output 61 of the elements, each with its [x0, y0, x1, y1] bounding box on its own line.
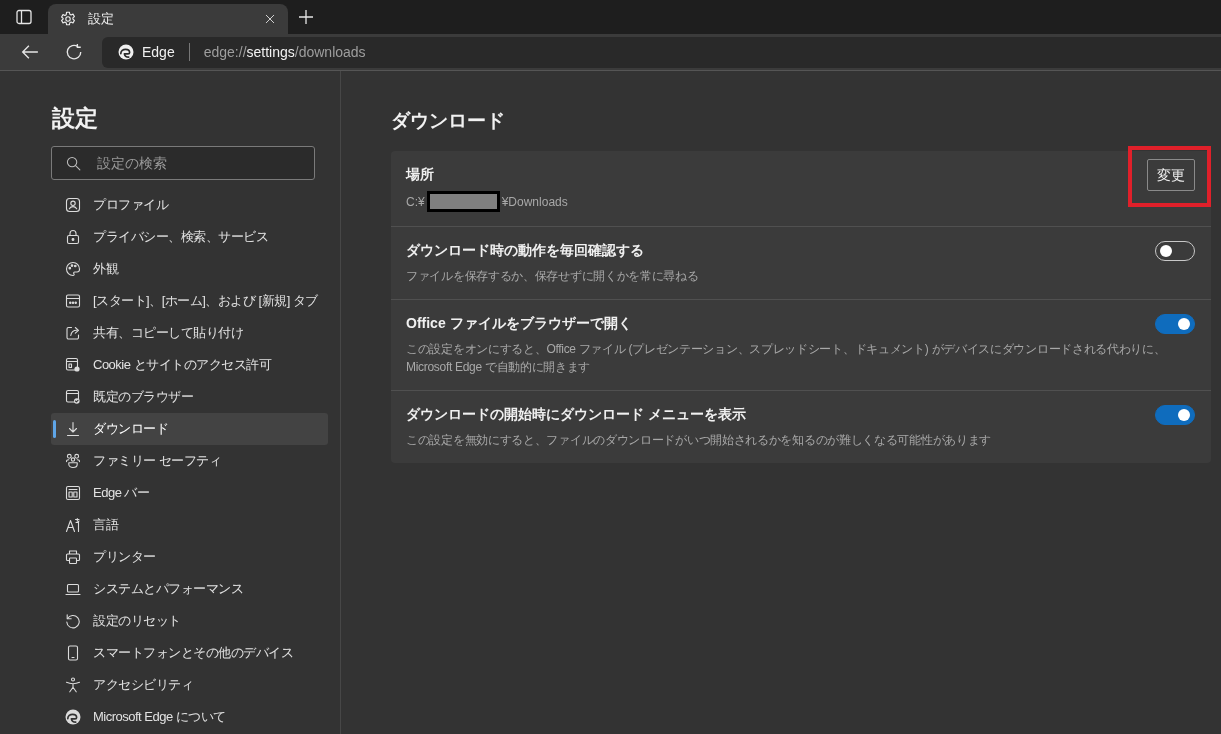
sidebar-item[interactable]: プライバシー、検索、サービス	[51, 221, 328, 253]
path-text: C:¥	[406, 193, 425, 211]
sidebar-item[interactable]: プロファイル	[51, 189, 328, 221]
sidebar-item[interactable]: 既定のブラウザー	[51, 381, 328, 413]
accessibility-icon	[65, 677, 81, 693]
close-icon[interactable]	[264, 13, 276, 25]
settings-icon	[60, 11, 76, 27]
sidebar-item[interactable]: プリンター	[51, 541, 328, 573]
setting-description: この設定を無効にすると、ファイルのダウンロードがいつ開始されるかを知るのが難しくなる可能性があります	[406, 432, 991, 449]
sidebar-item[interactable]: Microsoft Edge について	[51, 701, 328, 733]
search-icon	[66, 156, 81, 171]
browser-tab[interactable]: 設定	[48, 4, 288, 34]
printer-icon	[65, 549, 81, 565]
window-gear-icon	[65, 357, 81, 373]
tab-panel-icon[interactable]	[16, 9, 32, 25]
back-arrow-icon[interactable]	[21, 43, 39, 61]
sidebar-item[interactable]: ダウンロード	[51, 413, 328, 445]
toggle-switch[interactable]	[1155, 314, 1195, 334]
person-square-icon	[65, 197, 81, 213]
url-text: edge://settings/downloads	[203, 42, 366, 62]
sidebar-item[interactable]: システムとパフォーマンス	[51, 573, 328, 605]
sidebar-item[interactable]: アクセシビリティ	[51, 669, 328, 701]
sidebar-item[interactable]: 設定のリセット	[51, 605, 328, 637]
page-title: ダウンロード	[391, 109, 505, 133]
share-icon	[65, 325, 81, 341]
phone-icon	[65, 645, 81, 661]
swirl-logo-icon	[65, 709, 81, 725]
address-bar[interactable]: Edge edge://settings/downloads	[102, 36, 1221, 68]
sidebar-item[interactable]: [スタート]、[ホーム]、および [新規] タブ	[51, 285, 328, 317]
sidebar-item[interactable]: 外観	[51, 253, 328, 285]
refresh-icon[interactable]	[65, 43, 83, 61]
download-icon	[65, 421, 81, 437]
window-check-icon	[65, 389, 81, 405]
path-text: ¥Downloads	[501, 193, 568, 211]
toggle-switch[interactable]	[1155, 405, 1195, 425]
sidebar-item[interactable]: Edge バー	[51, 477, 328, 509]
reset-icon	[65, 613, 81, 629]
palette-icon	[65, 261, 81, 277]
search-field[interactable]: 設定の検索	[51, 146, 315, 180]
laptop-icon	[65, 581, 81, 597]
setting-description: この設定をオンにすると、Office ファイル (プレゼンテーション、スプレッドシート、ドキュメント) がデバイスにダウンロードされる代わりに、Microsoft Edge で自動的に開きます	[406, 341, 1167, 376]
letter-a-icon	[65, 517, 81, 533]
plus-icon[interactable]	[298, 9, 314, 25]
sidebar-item[interactable]: スマートフォンとその他のデバイス	[51, 637, 328, 669]
sidebar-item[interactable]: ファミリー セーフティ	[51, 445, 328, 477]
setting-title: ダウンロード時の動作を毎回確認する	[406, 241, 644, 260]
site-label: Edge	[142, 42, 175, 62]
change-button[interactable]: 変更	[1147, 159, 1195, 191]
sidebar-item[interactable]: Cookie とサイトのアクセス許可	[51, 349, 328, 381]
setting-description: ファイルを保存するか、保存せずに開くかを常に尋ねる	[406, 268, 699, 285]
setting-title: Office ファイルをブラウザーで開く	[406, 314, 632, 333]
lock-icon	[65, 229, 81, 245]
window-dots-icon	[65, 293, 81, 309]
people-icon	[65, 453, 81, 469]
swirl-logo-icon	[118, 44, 134, 60]
sidebar-title: 設定	[51, 104, 98, 133]
setting-title: ダウンロードの開始時にダウンロード メニューを表示	[406, 405, 746, 424]
panel-icon	[65, 485, 81, 501]
sidebar-item[interactable]: 言語	[51, 509, 328, 541]
sidebar-item[interactable]: 共有、コピーして貼り付け	[51, 317, 328, 349]
setting-title: 場所	[406, 165, 434, 184]
